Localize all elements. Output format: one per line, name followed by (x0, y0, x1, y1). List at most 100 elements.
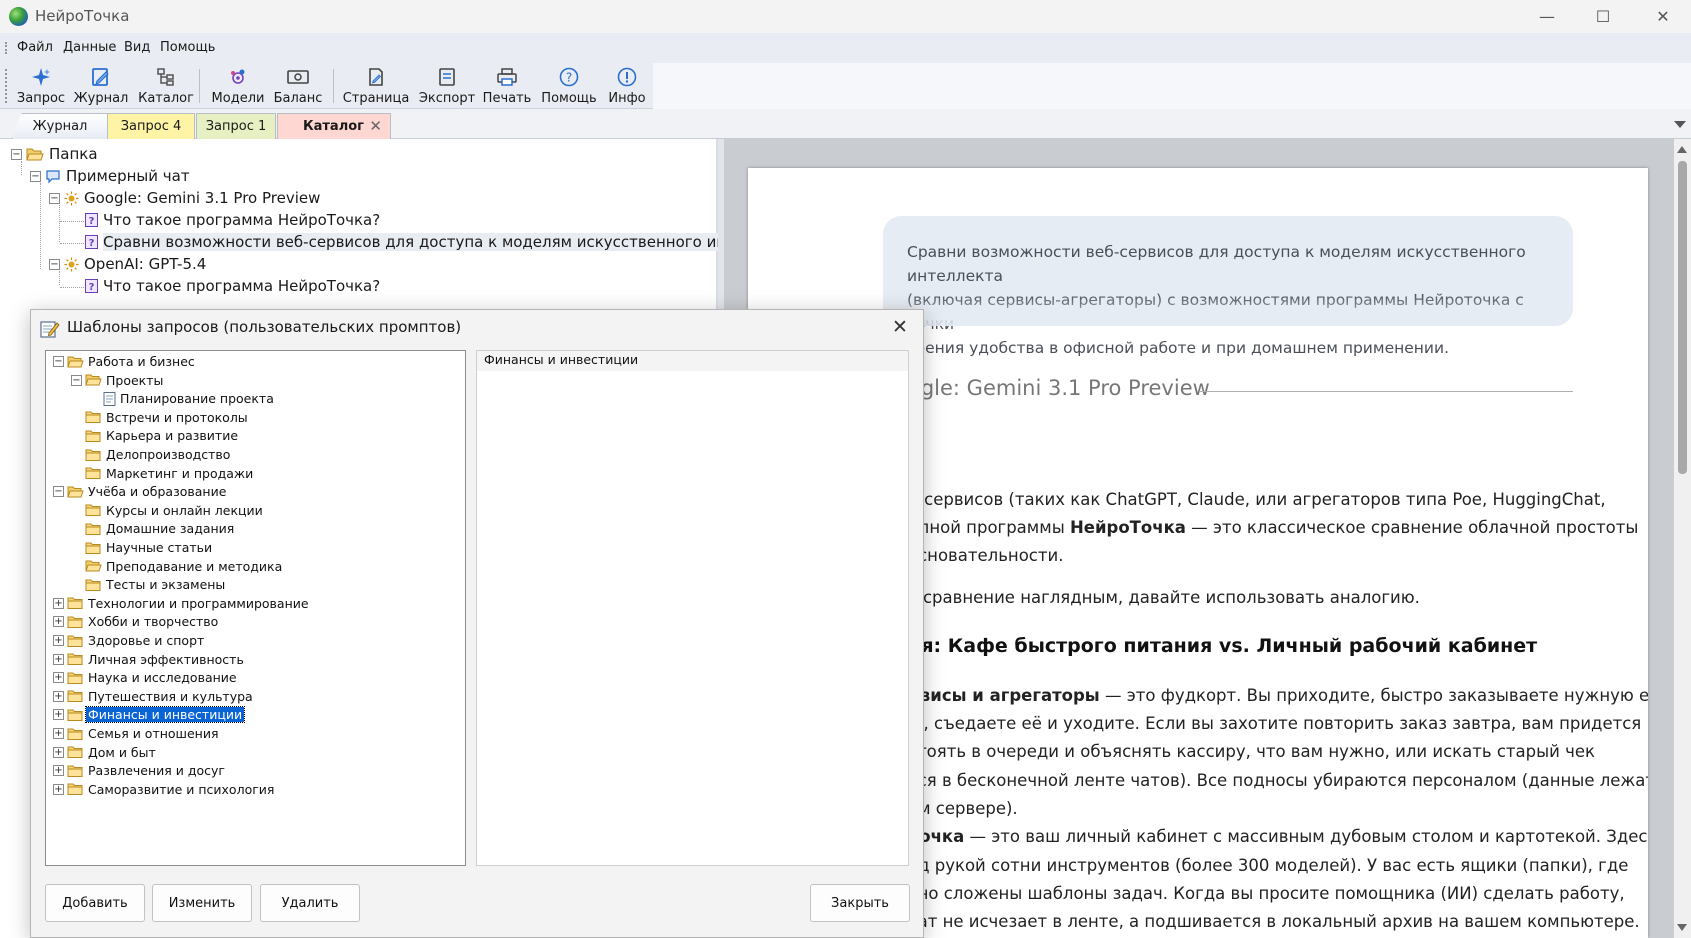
tree-node-model[interactable]: − Google: Gemini 3.1 Pro Preview (49, 189, 320, 207)
tree-node-model[interactable]: − OpenAI: GPT-5.4 (49, 255, 206, 273)
print-button[interactable]: Печать (482, 64, 532, 108)
toolbar-grip[interactable] (5, 69, 7, 103)
expand-icon[interactable]: + (53, 765, 64, 777)
template-item[interactable]: Планирование проекта (103, 391, 274, 406)
template-category[interactable]: + Хобби и творчество (53, 614, 218, 629)
collapse-icon[interactable]: − (30, 170, 41, 182)
tree-node-folder[interactable]: − Папка (11, 145, 98, 163)
template-preview[interactable]: Финансы и инвестиции (476, 350, 909, 866)
expand-icon[interactable]: + (53, 728, 64, 739)
template-category[interactable]: + Личная эффективность (53, 652, 244, 667)
tree-node-question[interactable]: ? Что такое программа НейроТочка? (85, 211, 380, 229)
expand-icon[interactable]: + (53, 690, 64, 702)
template-category[interactable]: + Семья и отношения (53, 726, 219, 741)
template-category[interactable]: Научные статьи (85, 540, 212, 555)
add-button[interactable]: Добавить (45, 884, 145, 922)
template-category[interactable]: Домашние задания (85, 521, 234, 536)
tab-journal[interactable]: Журнал (12, 113, 108, 139)
delete-button[interactable]: Удалить (260, 884, 360, 922)
menu-data[interactable]: Данные (63, 40, 116, 55)
menu-view[interactable]: Вид (124, 40, 150, 55)
template-category[interactable]: + Дом и быт (53, 745, 156, 760)
journal-button[interactable]: Журнал (74, 64, 128, 108)
tab-list-dropdown-icon[interactable] (1674, 121, 1686, 128)
templates-tree[interactable]: − Работа и бизнес − Проекты Планирование про… (45, 350, 466, 866)
edit-button[interactable]: Изменить (152, 884, 252, 922)
expand-icon[interactable]: + (53, 672, 64, 684)
template-category[interactable]: Маркетинг и продажи (85, 466, 253, 481)
collapse-icon[interactable]: − (53, 356, 64, 367)
balance-label: Баланс (273, 91, 323, 106)
tree-line (59, 205, 60, 242)
template-category[interactable]: − Работа и бизнес (53, 354, 195, 369)
expand-icon[interactable]: + (53, 709, 64, 721)
export-button[interactable]: Экспорт (418, 64, 476, 108)
template-category[interactable]: + Финансы и инвестиции (53, 706, 246, 724)
template-category[interactable]: − Учёба и образование (53, 484, 226, 499)
folder-icon (85, 466, 102, 480)
tree-node-question-selected[interactable]: ? Сравни возможности веб-сервисов для до… (85, 233, 778, 251)
collapse-icon[interactable]: − (49, 192, 60, 204)
expand-icon[interactable]: + (53, 616, 64, 628)
template-label: Хобби и творчество (88, 614, 219, 630)
dialog-close-icon[interactable]: ✕ (887, 315, 913, 339)
tab-catalog[interactable]: Каталог ✕ (277, 113, 391, 139)
template-category[interactable]: + Путешествия и культура (53, 689, 253, 704)
answer-line: лпной программы НейроТочка — это классич… (908, 514, 1638, 543)
tab-close-icon[interactable]: ✕ (369, 117, 382, 135)
template-label: Встречи и протоколы (106, 409, 248, 425)
tree-node-question[interactable]: ? Что такое программа НейроТочка? (85, 277, 380, 295)
menu-help[interactable]: Помощь (160, 40, 215, 55)
expand-icon[interactable]: + (53, 746, 64, 758)
minimize-button[interactable]: — (1519, 0, 1575, 33)
template-category[interactable]: Делопроизводство (85, 447, 230, 462)
svg-text:?: ? (89, 216, 95, 227)
template-category[interactable]: Тесты и экзамены (85, 577, 225, 592)
folder-icon (67, 652, 84, 666)
template-category[interactable]: + Развлечения и досуг (53, 763, 225, 778)
template-label: Планирование проекта (120, 391, 274, 407)
expand-icon[interactable]: + (53, 597, 64, 609)
scroll-down-icon[interactable] (1677, 924, 1687, 931)
scroll-up-icon[interactable] (1677, 146, 1687, 153)
request-button[interactable]: Запрос (16, 64, 66, 108)
tab-request-4[interactable]: Запрос 4 (107, 113, 195, 139)
template-category[interactable]: + Технологии и программирование (53, 596, 309, 611)
menu-file[interactable]: Файл (17, 40, 53, 55)
help-button[interactable]: ? Помощь (541, 64, 597, 108)
template-category[interactable]: Встречи и протоколы (85, 410, 248, 425)
toolbar-separator (333, 69, 334, 103)
close-window-button[interactable]: ✕ (1635, 0, 1691, 33)
template-category[interactable]: + Здоровье и спорт (53, 633, 204, 648)
template-category[interactable]: + Саморазвитие и психология (53, 782, 274, 797)
scroll-thumb[interactable] (1678, 161, 1687, 474)
maximize-button[interactable]: ☐ (1575, 0, 1631, 33)
expand-icon[interactable]: + (53, 783, 64, 795)
bubble-fade (883, 294, 1573, 326)
expand-icon[interactable]: + (53, 635, 64, 646)
info-button[interactable]: Инфо (605, 64, 649, 108)
open-folder-icon (26, 147, 44, 162)
menu-grip[interactable] (5, 42, 7, 54)
collapse-icon[interactable]: − (11, 148, 22, 160)
template-category[interactable]: Карьера и развитие (85, 428, 238, 443)
collapse-icon[interactable]: − (71, 374, 82, 386)
tree-node-chat[interactable]: − Примерный чат (30, 167, 190, 185)
models-button[interactable]: Модели (210, 64, 266, 108)
template-category[interactable]: + Наука и исследование (53, 670, 237, 685)
document-scrollbar[interactable] (1674, 139, 1691, 938)
expand-icon[interactable]: + (53, 653, 64, 665)
info-label: Инфо (608, 91, 646, 106)
folder-icon (67, 764, 84, 778)
page-button[interactable]: Страница (343, 64, 409, 108)
collapse-icon[interactable]: − (53, 486, 64, 498)
tab-request-1[interactable]: Запрос 1 (196, 113, 276, 139)
template-category[interactable]: Курсы и онлайн лекции (85, 503, 263, 518)
collapse-icon[interactable]: − (49, 258, 60, 270)
balance-button[interactable]: Баланс (273, 64, 323, 108)
template-category[interactable]: − Проекты (71, 373, 163, 388)
catalog-button[interactable]: Каталог (138, 64, 194, 108)
answer-bold-text: рвисы и агрегаторы (908, 686, 1100, 705)
template-category[interactable]: Преподавание и методика (85, 559, 282, 574)
close-dialog-button[interactable]: Закрыть (810, 884, 910, 922)
